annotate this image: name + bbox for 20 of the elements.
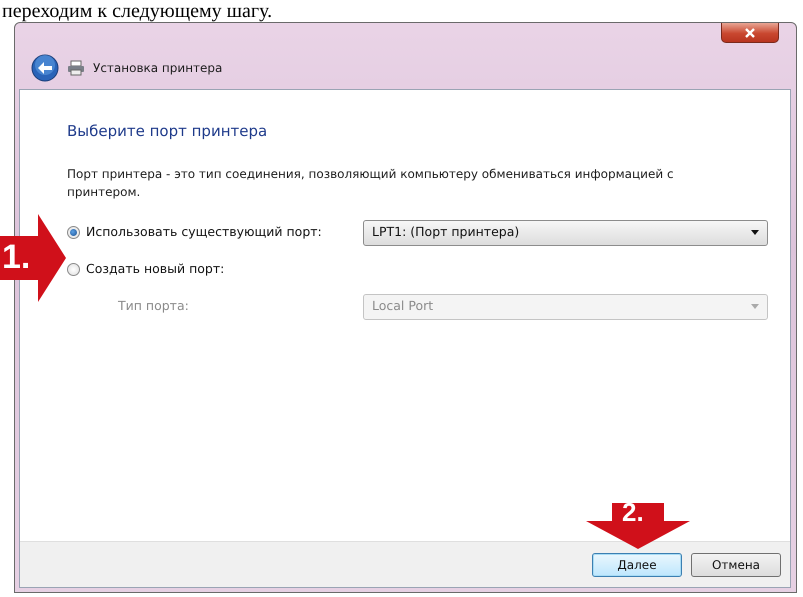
field-label: Тип порта: [117,297,189,316]
back-button[interactable] [31,54,59,82]
step-number: 1. [2,240,30,274]
option-label[interactable]: Создать новый порт: [86,260,224,279]
caret-icon [751,304,759,309]
close-icon [744,28,756,38]
option-label[interactable]: Использовать существующий порт: [86,223,322,242]
step-number: 2. [622,499,644,525]
radio-button[interactable] [67,263,80,276]
next-button[interactable]: Далее [592,552,682,576]
printer-icon [67,60,85,76]
close-button[interactable] [721,23,779,43]
radio-button[interactable] [67,226,80,239]
caption-text: переходим к следующему шагу. [1,0,274,22]
caret-icon [751,230,759,235]
description-text: Порт принтера - это тип соединения, позволяющий компьютеру обмениваться информацией с принтером. [67,166,675,200]
cancel-button[interactable]: Отмена [691,552,781,576]
port-dropdown[interactable]: LPT1: (Порт принтера) [363,220,768,246]
window-title: Установка принтера [93,60,222,77]
page-heading: Выберите порт принтера [67,121,268,142]
